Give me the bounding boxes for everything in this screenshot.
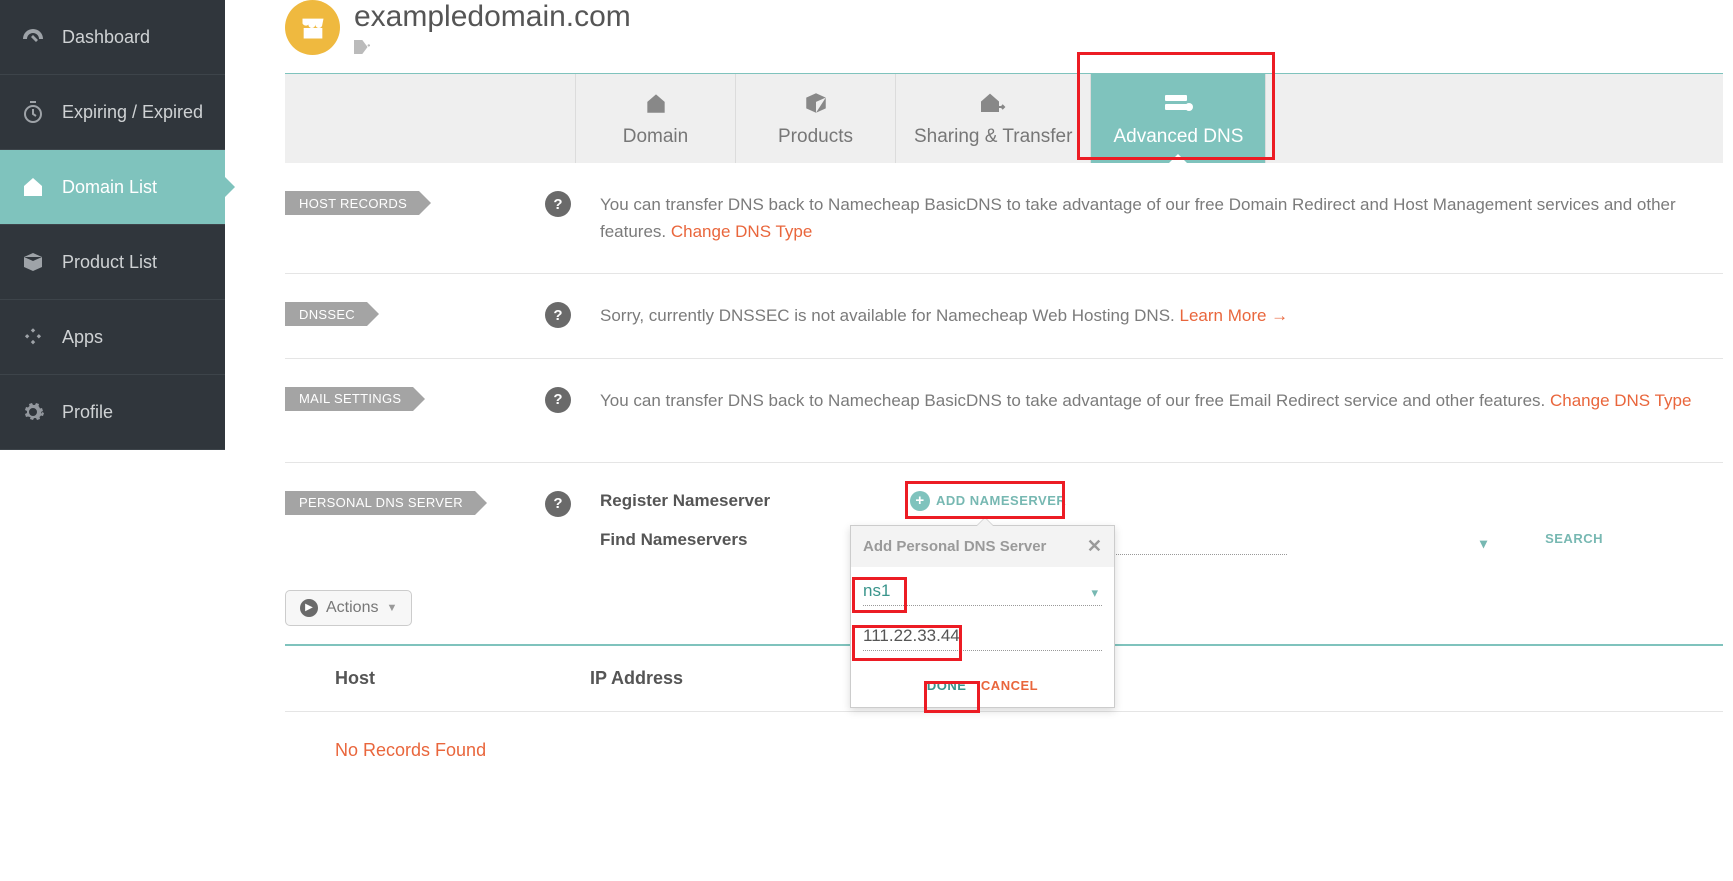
house-icon	[20, 174, 46, 200]
ip-input[interactable]	[863, 622, 1102, 651]
tab-label: Sharing & Transfer	[914, 126, 1072, 148]
search-button[interactable]: SEARCH	[1545, 531, 1603, 546]
section-dnssec: DNSSEC ? Sorry, currently DNSSEC is not …	[285, 274, 1723, 358]
share-icon	[978, 90, 1008, 118]
sidebar-item-domain-list[interactable]: Domain List	[0, 150, 225, 225]
sidebar-item-expiring[interactable]: Expiring / Expired	[0, 75, 225, 150]
section-text: Sorry, currently DNSSEC is not available…	[600, 302, 1723, 329]
add-nameserver-popover: Add Personal DNS Server ✕ ns1 ▾ DONE CAN…	[850, 525, 1115, 708]
tab-label: Domain	[623, 126, 688, 148]
tab-label: Advanced DNS	[1113, 126, 1243, 148]
section-text: You can transfer DNS back to Namecheap B…	[600, 387, 1723, 414]
sidebar-label: Dashboard	[62, 27, 150, 48]
register-nameserver-label: Register Nameserver	[600, 491, 910, 511]
house-icon	[643, 90, 669, 118]
gauge-icon	[20, 24, 46, 50]
sidebar-item-profile[interactable]: Profile	[0, 375, 225, 450]
apps-icon	[20, 324, 46, 350]
shop-icon	[285, 0, 340, 55]
stopwatch-icon	[20, 99, 46, 125]
done-button[interactable]: DONE	[927, 678, 967, 693]
close-icon[interactable]: ✕	[1087, 536, 1102, 557]
learn-more-link[interactable]: Learn More →	[1180, 306, 1289, 325]
add-nameserver-button[interactable]: + ADD NAMESERVER	[910, 491, 1066, 511]
help-icon[interactable]: ?	[545, 302, 571, 328]
domain-header: exampledomain.com	[285, 0, 1723, 55]
col-ip: IP Address	[590, 668, 683, 689]
sidebar-label: Expiring / Expired	[62, 102, 203, 123]
chevron-down-icon: ▾	[1091, 585, 1098, 601]
sidebar-label: Domain List	[62, 177, 157, 198]
nameserver-select[interactable]: ns1 ▾	[863, 577, 1102, 606]
popover-header: Add Personal DNS Server ✕	[851, 526, 1114, 567]
tab-advanced-dns[interactable]: Advanced DNS	[1090, 74, 1265, 163]
col-host: Host	[335, 668, 590, 689]
sidebar-item-product-list[interactable]: Product List	[0, 225, 225, 300]
find-nameservers-label: Find Nameservers	[600, 530, 747, 550]
gear-icon	[20, 399, 46, 425]
box-icon	[803, 90, 829, 118]
section-pill: DNSSEC	[285, 302, 367, 326]
section-text: You can transfer DNS back to Namecheap B…	[600, 191, 1723, 245]
sidebar-item-apps[interactable]: Apps	[0, 300, 225, 375]
popover-title: Add Personal DNS Server	[863, 538, 1046, 555]
sidebar-label: Profile	[62, 402, 113, 423]
help-icon[interactable]: ?	[545, 491, 571, 517]
plus-icon: +	[910, 491, 930, 511]
tab-products[interactable]: Products	[735, 74, 895, 163]
section-pill: PERSONAL DNS SERVER	[285, 491, 475, 515]
chevron-down-icon: ▼	[386, 602, 397, 614]
tag-add-icon[interactable]	[354, 40, 631, 54]
tab-label: Products	[778, 126, 853, 148]
change-dns-link[interactable]: Change DNS Type	[1550, 391, 1691, 410]
play-icon: ▶	[300, 599, 318, 617]
no-records-text: No Records Found	[285, 712, 1723, 761]
actions-dropdown[interactable]: ▶ Actions ▼	[285, 590, 412, 626]
cancel-button[interactable]: CANCEL	[981, 678, 1038, 693]
sidebar-item-dashboard[interactable]: Dashboard	[0, 0, 225, 75]
section-mail: MAIL SETTINGS ? You can transfer DNS bac…	[285, 359, 1723, 442]
change-dns-link[interactable]: Change DNS Type	[671, 222, 812, 241]
sidebar: Dashboard Expiring / Expired Domain List…	[0, 0, 225, 450]
tab-bar: Domain Products Sharing & Transfer Advan…	[285, 73, 1723, 163]
chevron-down-icon: ▾	[1480, 535, 1487, 552]
section-pill: MAIL SETTINGS	[285, 387, 413, 411]
section-pill: HOST RECORDS	[285, 191, 419, 215]
tab-sharing[interactable]: Sharing & Transfer	[895, 74, 1090, 163]
box-icon	[20, 249, 46, 275]
section-host-records: HOST RECORDS ? You can transfer DNS back…	[285, 163, 1723, 274]
tab-domain[interactable]: Domain	[575, 74, 735, 163]
help-icon[interactable]: ?	[545, 191, 571, 217]
sidebar-label: Product List	[62, 252, 157, 273]
sidebar-label: Apps	[62, 327, 103, 348]
server-icon	[1163, 90, 1193, 118]
help-icon[interactable]: ?	[545, 387, 571, 413]
domain-title: exampledomain.com	[354, 0, 631, 34]
